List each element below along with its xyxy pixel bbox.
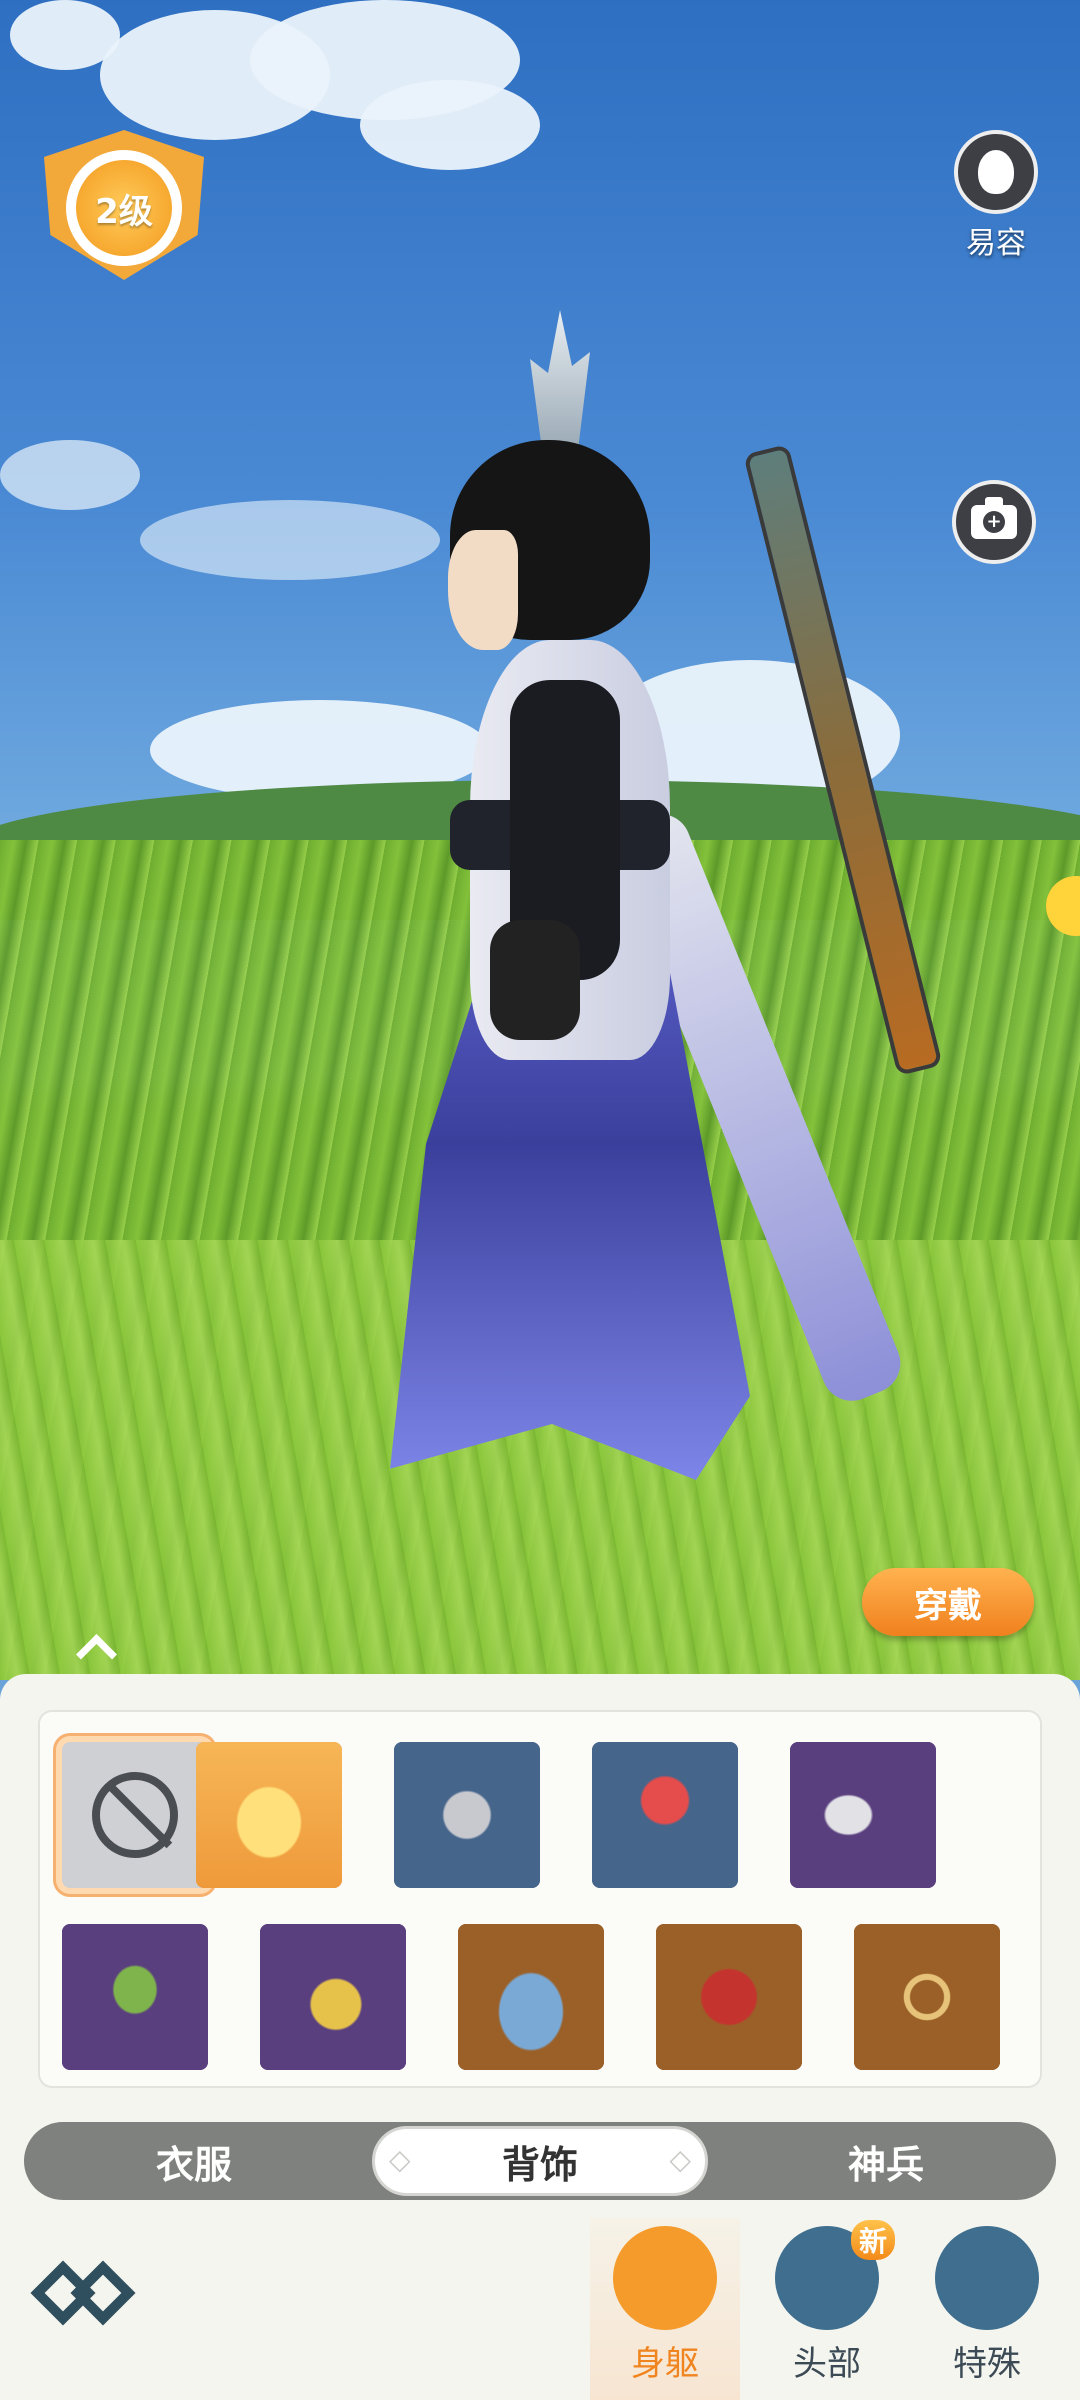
tab-back-accessory[interactable]: 背饰 [372,2126,708,2196]
nav-head[interactable]: 新 头部 [752,2218,902,2400]
item-red-wings[interactable] [656,1924,802,2070]
item-golden-dragon-statue[interactable] [196,1742,342,1888]
player-character[interactable] [300,300,910,1480]
nav-special[interactable]: 特殊 [912,2218,1062,2400]
app-logo-icon[interactable] [30,2250,144,2336]
item-none[interactable] [62,1742,208,1888]
item-blue-cape[interactable] [458,1924,604,2070]
tab-clothes[interactable]: 衣服 [24,2122,364,2200]
item-golden-halo[interactable] [854,1924,1000,2070]
face-edit-label: 易容 [966,226,1026,261]
character-face [448,530,518,650]
hair-crown [530,310,590,450]
item-seal-plush[interactable] [394,1742,540,1888]
item-grid [38,1710,1042,2088]
nav-special-label: 特殊 [953,2344,1021,2384]
camera-icon: + [971,497,1017,539]
torso-icon [613,2226,717,2330]
camera-button[interactable]: + [952,480,1036,564]
equip-button[interactable]: 穿戴 [862,1568,1034,1636]
category-tabs: 衣服 背饰 神兵 [24,2122,1056,2200]
new-badge: 新 [851,2220,896,2260]
head-icon: 新 [775,2220,896,2330]
item-green-herb-bundle[interactable] [62,1924,208,2070]
face-edit-button[interactable]: 易容 [950,130,1042,261]
nav-head-label: 头部 [793,2344,861,2384]
level-badge[interactable]: 2级 [44,130,204,280]
nav-torso[interactable]: 身躯 [590,2218,740,2400]
nav-torso-label: 身躯 [631,2344,699,2384]
cloud [360,80,540,170]
item-red-flower-lantern[interactable] [592,1742,738,1888]
wardrobe-panel: 衣服 背饰 神兵 身躯 新 头部 特殊 [0,1674,1080,2400]
level-text: 2级 [95,191,153,232]
item-yellow-gourd[interactable] [260,1924,406,2070]
special-icon [935,2226,1039,2330]
mask-icon [978,150,1014,194]
character-glove [490,920,580,1040]
forbidden-icon [92,1772,178,1858]
cloud [0,440,140,510]
chevron-up-icon[interactable] [70,1628,126,1668]
tab-divine-weapon[interactable]: 神兵 [716,2122,1056,2200]
item-curved-scythe[interactable] [790,1742,936,1888]
